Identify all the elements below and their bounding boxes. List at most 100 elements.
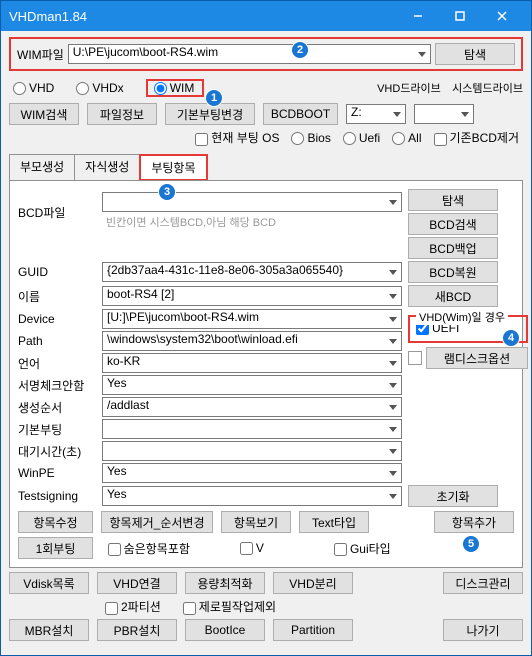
file-info-button[interactable]: 파일정보 [87,103,157,125]
footer-row-1: Vdisk목록 VHD연결 용량최적화 VHD분리 디스크관리 [9,572,523,594]
lang-label: 언어 [18,355,96,372]
wim-search-button[interactable]: WIM검색 [9,103,79,125]
path-label: Path [18,334,96,348]
hidden-check[interactable]: 숨은항목포함 [108,540,190,557]
window-title: VHDman1.84 [9,9,397,24]
add-button[interactable]: 항목추가 [434,511,514,533]
zerofill-check[interactable]: 제로필작업제외 [183,598,276,615]
path-input[interactable]: \windows\system32\boot\winload.efi [102,331,402,351]
wait-input[interactable] [102,441,402,461]
maximize-icon[interactable] [439,1,481,31]
type-radio-group: VHD VHDx WIM [9,77,208,99]
radio-all[interactable]: All [392,131,421,145]
edit-button[interactable]: 항목수정 [18,511,93,533]
boot-option-row: 현재 부팅 OS Bios Uefi All 기존BCD제거 [9,129,523,146]
mbr-button[interactable]: MBR설치 [9,619,89,641]
test-label: Testsigning [18,489,96,503]
tab-boot[interactable]: 부팅항목 [139,154,207,181]
winpe-label: WinPE [18,466,96,480]
marker-5: 5 [462,535,480,553]
side-col-1: 탐색 BCD검색 [408,189,528,235]
bcdboot-button[interactable]: BCDBOOT [263,103,338,125]
footer-row-2: MBR설치 PBR설치 BootIce Partition 나가기 [9,619,523,641]
vhd-drive-label: VHD드라이브 [377,80,441,96]
sign-input[interactable]: Yes [102,375,402,395]
sys-drive-label: 시스템드라이브 [452,80,523,96]
once-button[interactable]: 1회부팅 [18,537,93,559]
side-browse-button[interactable]: 탐색 [408,189,498,211]
ramdisk-button[interactable]: 램디스크옵션 [426,347,528,369]
radio-bios[interactable]: Bios [291,131,330,145]
test-input[interactable]: Yes [102,486,402,506]
marker-4: 4 [502,329,520,347]
tab-body: 3 BCD파일 빈칸이면 시스템BCD,아님 해당 BCD 탐색 BCD검색 B… [9,180,523,568]
name-label: 이름 [18,288,96,305]
bcd-file-label: BCD파일 [18,204,96,221]
order-label: 생성순서 [18,399,96,416]
view-button[interactable]: 항목보기 [221,511,291,533]
drive-select[interactable]: Z: [346,104,406,124]
footer-row-1b: 2파티션 제로필작업제외 [9,598,523,615]
vhd-connect-button[interactable]: VHD연결 [97,572,177,594]
remove-order-button[interactable]: 항목제거_순서변경 [101,511,213,533]
action-row-1: 항목수정 항목제거_순서변경 항목보기 Text타입 항목추가 [18,511,514,533]
radio-vhd[interactable]: VHD [13,81,54,95]
browse-button[interactable]: 탐색 [435,43,515,65]
guid-input[interactable]: {2db37aa4-431c-11e8-8e06-305a3a065540} [102,262,402,282]
bcd-backup-button[interactable]: BCD백업 [408,237,498,259]
pbr-button[interactable]: PBR설치 [97,619,177,641]
radio-vhdx[interactable]: VHDx [76,81,123,95]
titlebar: VHDman1.84 [1,1,531,31]
current-boot-os-check[interactable]: 현재 부팅 OS [195,129,279,146]
bcd-file-wrap: 빈칸이면 시스템BCD,아님 해당 BCD [102,192,402,232]
order-input[interactable]: /addlast [102,397,402,417]
vhd-wim-box-wrap: VHD(Wim)일 경우 UEFI 4 램디스크옵션 [408,313,528,369]
tab-child[interactable]: 자식생성 [74,154,140,181]
close-icon[interactable] [481,1,523,31]
v-check[interactable]: V [240,541,264,555]
bcd-placeholder: 빈칸이면 시스템BCD,아님 해당 BCD [102,212,402,232]
guid-label: GUID [18,265,96,279]
radio-uefi[interactable]: Uefi [343,131,380,145]
defboot-input[interactable] [102,419,402,439]
tabs: 부모생성 자식생성 부팅항목 [9,154,523,181]
init-button[interactable]: 초기화 [408,485,498,507]
vhd-wim-fieldset: VHD(Wim)일 경우 UEFI 4 [408,315,528,343]
radio-wim-wrap: WIM [146,79,205,97]
wim-file-label: WIM파일 [17,46,64,63]
lang-input[interactable]: ko-KR [102,353,402,373]
partition-button[interactable]: Partition [273,619,353,641]
minimize-icon[interactable] [397,1,439,31]
bootice-button[interactable]: BootIce [185,619,265,641]
bcd-search-button[interactable]: BCD검색 [408,213,498,235]
sys-drive-select[interactable] [414,104,474,124]
bcd-file-input[interactable] [102,192,402,212]
device-input[interactable]: [U:]\PE\jucom\boot-RS4.wim [102,309,402,329]
remove-bcd-check[interactable]: 기존BCD제거 [434,129,520,146]
basic-boot-change-button[interactable]: 기본부팅변경 [165,103,255,125]
vhd-wim-legend: VHD(Wim)일 경우 [416,309,508,325]
tab-parent[interactable]: 부모생성 [9,154,75,181]
toolbar-row: WIM검색 파일정보 기본부팅변경 BCDBOOT Z: 1 [9,103,523,125]
winpe-input[interactable]: Yes [102,463,402,483]
type-row: VHD VHDx WIM VHD드라이브 시스템드라이브 [9,77,523,99]
defboot-label: 기본부팅 [18,421,96,438]
new-bcd-button[interactable]: 새BCD [408,285,498,307]
name-input[interactable]: boot-RS4 [2] [102,286,402,306]
capacity-button[interactable]: 용량최적화 [185,572,265,594]
disk-mgmt-button[interactable]: 디스크관리 [443,572,523,594]
exit-button[interactable]: 나가기 [443,619,523,641]
device-label: Device [18,312,96,326]
text-type-button[interactable]: Text타입 [299,511,369,533]
wim-file-input[interactable]: U:\PE\jucom\boot-RS4.wim [68,44,431,64]
gui-check[interactable]: Gui타입 [334,540,391,557]
two-partition-check[interactable]: 2파티션 [105,598,161,615]
radio-wim[interactable]: WIM [154,81,195,95]
ramdisk-check[interactable] [408,351,422,365]
vdisk-list-button[interactable]: Vdisk목록 [9,572,89,594]
vhd-split-button[interactable]: VHD분리 [273,572,353,594]
bcd-restore-button[interactable]: BCD복원 [408,261,498,283]
action-row-2: 1회부팅 숨은항목포함 V Gui타입 5 [18,537,514,559]
sign-label: 서명체크안함 [18,377,96,394]
window: VHDman1.84 WIM파일 U:\PE\jucom\boot-RS4.wi… [0,0,532,656]
